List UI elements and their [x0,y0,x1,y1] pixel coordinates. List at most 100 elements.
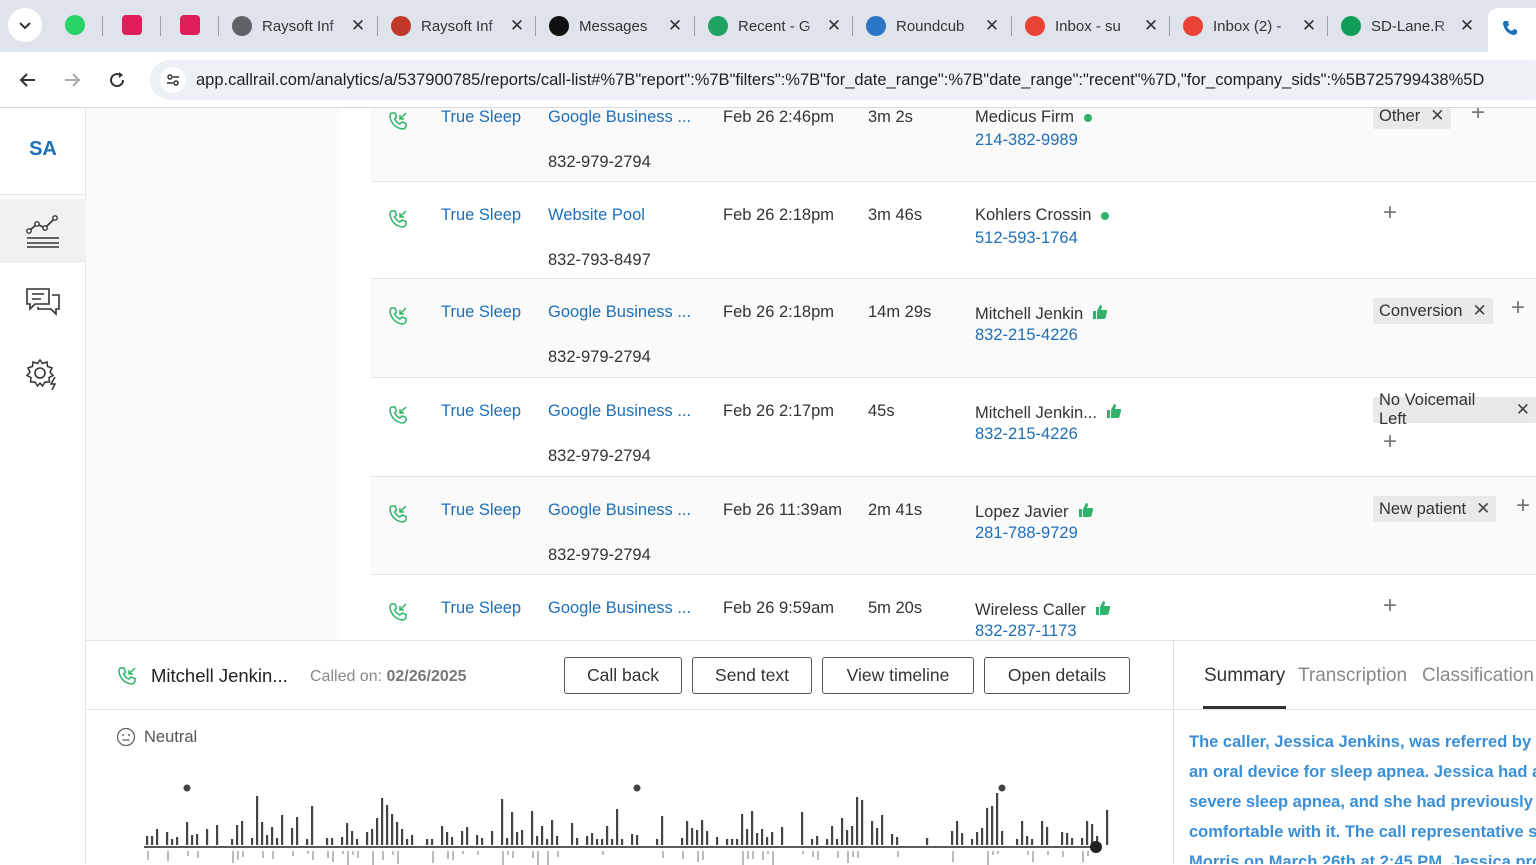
tab-transcription[interactable]: Transcription [1298,665,1407,687]
remove-tag-icon[interactable]: ✕ [1472,301,1486,321]
pinned-tab[interactable] [175,10,205,40]
add-tag-button[interactable]: + [1471,108,1485,127]
call-row[interactable]: True Sleep Website Pool 832-793-8497 Feb 26… [371,182,1536,279]
add-tag-button[interactable]: + [1383,428,1397,456]
call-duration: 5m 20s [868,599,923,617]
waveform-bar-channel2 [767,851,769,854]
url-text[interactable]: app.callrail.com/analytics/a/537900785/r… [196,71,1484,90]
send-text-button[interactable]: Send text [692,657,812,694]
account-logo[interactable]: SA [0,138,86,161]
call-row[interactable]: True Sleep Google Business ... 832-979-279… [371,108,1536,182]
waveform-marker[interactable] [998,784,1006,792]
caller-phone-link[interactable]: 832-215-4226 [975,326,1078,345]
tab-summary[interactable]: Summary [1204,665,1285,687]
sidebar-item-analytics[interactable] [0,199,86,263]
add-tag-button[interactable]: + [1383,592,1397,620]
source-link[interactable]: Website Pool [548,206,645,225]
remove-tag-icon[interactable]: ✕ [1516,400,1530,420]
active-tab[interactable] [1488,8,1536,52]
source-link[interactable]: Google Business ... [548,599,691,618]
call-back-button[interactable]: Call back [564,657,682,694]
tag-chip[interactable]: No Voicemail Left ✕ [1373,391,1536,428]
waveform-bar [266,835,269,845]
waveform-bar-channel2 [897,851,899,857]
call-row[interactable]: True Sleep Google Business ... 832-979-279… [371,378,1536,477]
waveform-marker[interactable] [183,784,191,792]
caller-phone-link[interactable]: 214-382-9989 [975,131,1078,150]
audio-waveform[interactable] [144,781,1124,865]
caller-phone-link[interactable]: 832-215-4226 [975,425,1078,444]
tag-chip[interactable]: New patient ✕ [1373,496,1497,522]
close-icon[interactable]: ✕ [1459,16,1475,36]
remove-tag-icon[interactable]: ✕ [1476,499,1490,519]
waveform-bar [701,820,704,845]
close-icon[interactable]: ✕ [826,16,842,36]
waveform-bar [586,836,589,845]
source-link[interactable]: Google Business ... [548,108,691,127]
browser-tab[interactable]: Raysoft Inf ✕ [224,8,374,44]
call-row[interactable]: True Sleep Google Business ... Feb 26 9:59… [371,575,1536,640]
company-link[interactable]: True Sleep [441,402,521,421]
company-link[interactable]: True Sleep [441,599,521,618]
company-link[interactable]: True Sleep [441,108,521,127]
close-icon[interactable]: ✕ [984,16,1000,36]
call-row[interactable]: True Sleep Google Business ... 832-979-279… [371,279,1536,378]
close-icon[interactable]: ✕ [1301,16,1317,36]
caller-phone-link[interactable]: 512-593-1764 [975,229,1078,248]
waveform-bar-channel2 [532,851,534,858]
waveform-bar-channel2 [1082,851,1084,862]
tag-chip[interactable]: Conversion ✕ [1373,298,1493,324]
sidebar-item-settings[interactable] [0,342,86,406]
pinned-tab[interactable] [60,10,90,40]
waveform-bar-channel2 [1027,851,1029,855]
close-icon[interactable]: ✕ [1143,16,1159,36]
browser-tab[interactable]: SD-Lane.R ✕ [1333,8,1483,44]
waveform-bar [446,832,449,845]
waveform-marker[interactable] [633,784,641,792]
forward-button[interactable] [56,64,88,96]
close-icon[interactable]: ✕ [509,16,525,36]
company-link[interactable]: True Sleep [441,206,521,225]
waveform-bar-channel2 [397,851,399,864]
waveform-bar [771,832,774,845]
sidebar-item-conversations[interactable] [0,271,86,335]
call-duration: 3m 46s [868,206,923,224]
company-link[interactable]: True Sleep [441,501,521,520]
site-info-button[interactable] [160,67,186,93]
gmail-icon [1025,16,1045,36]
company-link[interactable]: True Sleep [441,303,521,322]
waveform-bar [196,834,199,845]
tab-classification[interactable]: Classification [1422,665,1534,687]
browser-tab[interactable]: Roundcub ✕ [858,8,1008,44]
add-tag-button[interactable]: + [1516,492,1530,520]
waveform-bar [381,798,384,845]
view-timeline-button[interactable]: View timeline [822,657,974,694]
source-link[interactable]: Google Business ... [548,303,691,322]
close-icon[interactable]: ✕ [667,16,683,36]
browser-tab[interactable]: Inbox (2) - ✕ [1175,8,1325,44]
address-bar[interactable]: app.callrail.com/analytics/a/537900785/r… [150,60,1536,100]
back-button[interactable] [12,64,44,96]
browser-tab[interactable]: Inbox - su ✕ [1017,8,1167,44]
waveform-bar-channel2 [852,851,854,857]
waveform-bar [206,829,209,845]
tag-chip[interactable]: Other ✕ [1373,108,1451,129]
caller-phone-link[interactable]: 281-788-9729 [975,524,1078,543]
add-tag-button[interactable]: + [1383,199,1397,227]
source-link[interactable]: Google Business ... [548,501,691,520]
source-link[interactable]: Google Business ... [548,402,691,421]
call-row[interactable]: True Sleep Google Business ... 832-979-279… [371,477,1536,575]
browser-tab[interactable]: Messages ✕ [541,8,691,44]
waveform-bar-channel2 [1032,851,1034,862]
browser-tab[interactable]: Raysoft Inf ✕ [383,8,533,44]
add-tag-button[interactable]: + [1511,294,1525,322]
reload-button[interactable] [101,64,133,96]
remove-tag-icon[interactable]: ✕ [1430,108,1444,126]
playhead-handle[interactable] [1090,841,1102,853]
close-icon[interactable]: ✕ [350,16,366,36]
caller-phone-link[interactable]: 832-287-1173 [975,622,1077,640]
pinned-tab[interactable] [117,10,147,40]
open-details-button[interactable]: Open details [984,657,1130,694]
browser-tab[interactable]: Recent - G ✕ [700,8,850,44]
tab-search-button[interactable] [8,8,42,42]
